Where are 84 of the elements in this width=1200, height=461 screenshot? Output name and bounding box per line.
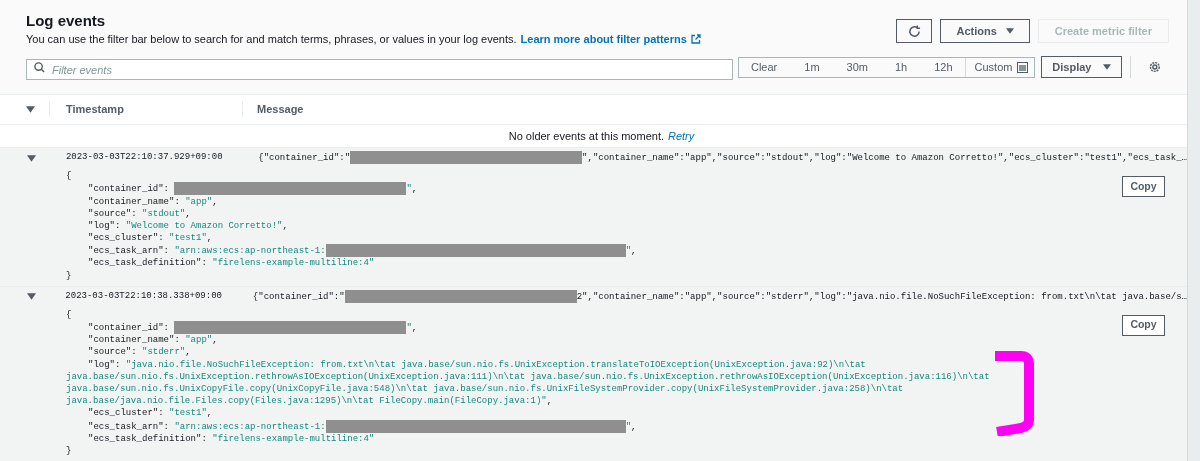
json-string: "test1" bbox=[169, 233, 207, 244]
custom-range-button[interactable]: Custom bbox=[964, 57, 1035, 77]
json-string: " bbox=[406, 184, 412, 195]
json-string: "stdout" bbox=[142, 208, 186, 219]
json-text: {"container_id":" bbox=[252, 291, 345, 302]
time-range-button[interactable]: 1m bbox=[792, 58, 832, 76]
json-text: , bbox=[411, 322, 418, 333]
json-string: "stderr" bbox=[142, 347, 186, 358]
json-string: java.base/sun.nio.fs.UnixException.rethrowAsIOException(UnixException.java:111)\n\tat java.base/sun.nio.fs.UnixException.rethrowAsIOException(UnixException.java:116)\n\tat bbox=[66, 371, 990, 382]
json-text: "ecs_cluster": bbox=[88, 408, 165, 419]
copy-button[interactable]: Copy bbox=[1122, 176, 1165, 198]
copy-button[interactable]: Copy bbox=[1122, 314, 1165, 336]
json-text: { bbox=[66, 171, 72, 182]
caret-icon[interactable] bbox=[26, 105, 35, 113]
time-range-button[interactable]: 1h bbox=[882, 58, 920, 76]
json-text: , bbox=[212, 196, 218, 207]
json-string: "test1" bbox=[169, 408, 207, 419]
json-text: "ecs_task_definition": bbox=[88, 258, 208, 269]
json-text: } bbox=[66, 445, 72, 456]
json-string: "arn:aws:ecs:ap-northeast-1: bbox=[174, 246, 326, 257]
caret-icon bbox=[1005, 28, 1014, 34]
json-text: {"container_id":" bbox=[258, 152, 351, 163]
json-string: " bbox=[625, 421, 632, 432]
actions-button[interactable]: Actions bbox=[940, 19, 1030, 43]
json-string: "firelens-example-multiline:4" bbox=[212, 258, 375, 269]
caret-icon[interactable] bbox=[27, 154, 36, 162]
external-link-icon bbox=[690, 34, 701, 44]
json-text: "ecs_cluster": bbox=[88, 233, 165, 244]
json-string: java.base/java.nio.file.Files.copy(Files.java:1295)\n\tat FileCopy.main(FileCopy.java:1)" bbox=[66, 396, 547, 407]
json-text: "ecs_task_arn": bbox=[88, 421, 170, 432]
json-text: "log": bbox=[88, 359, 122, 370]
event-timestamp: 2023-03-03T22:10:38.338+09:00 bbox=[65, 290, 223, 304]
panel-title: Log events bbox=[26, 11, 107, 31]
json-string: " bbox=[625, 246, 632, 257]
json-text: , bbox=[411, 184, 418, 195]
time-range-button[interactable]: 12h bbox=[922, 58, 965, 76]
json-text: , bbox=[631, 421, 637, 432]
json-text: , bbox=[212, 335, 218, 346]
json-text: "container_name": bbox=[88, 196, 181, 207]
time-range-button[interactable]: Clear bbox=[738, 58, 790, 76]
json-text: "source": bbox=[88, 208, 138, 219]
panel-description: You can use the filter bar below to search for and match terms, phrases, or values in your log events. bbox=[26, 32, 517, 47]
json-text: { bbox=[66, 309, 72, 320]
json-text: 2","container_name":"app","source":"stderr","log":"java.nio.file.NoSuchFileException: from.txt\n\tat java.base/s… bbox=[576, 291, 1187, 302]
json-string: "firelens-example-multiline:4" bbox=[212, 433, 375, 444]
column-header: Timestamp bbox=[66, 102, 125, 118]
json-text: "container_id": bbox=[88, 184, 170, 195]
refresh-icon bbox=[907, 24, 921, 38]
refresh-button[interactable] bbox=[896, 19, 933, 43]
json-string: "arn:aws:ecs:ap-northeast-1: bbox=[174, 421, 326, 432]
json-text: , bbox=[206, 233, 213, 244]
time-range-button[interactable]: 30m bbox=[834, 58, 880, 76]
json-text: , bbox=[185, 347, 191, 358]
json-text: "ecs_task_arn": bbox=[88, 246, 170, 257]
json-text: "ecs_task_definition": bbox=[88, 433, 208, 444]
notice-text: No older events at this moment. bbox=[508, 128, 664, 144]
json-text: , bbox=[185, 208, 191, 219]
json-string: " bbox=[406, 322, 412, 333]
json-text: "source": bbox=[88, 347, 138, 358]
json-string: "app" bbox=[185, 335, 213, 346]
json-string: java.base/sun.nio.fs.UnixCopyFile.copy(UnixCopyFile.java:548)\n\tat java.base/sun.nio.fs.UnixFileSystemProvider.copy(UnixFileSystemProvider.java:258)\n\tat bbox=[66, 383, 904, 394]
display-button[interactable]: Display bbox=[1041, 56, 1123, 78]
json-text: , bbox=[206, 408, 213, 419]
json-text: , bbox=[631, 246, 637, 257]
json-text: ","container_name":"app","source":"stdout","log":"Welcome to Amazon Corretto!","ecs_cluster":"test1","ecs_task_… bbox=[582, 152, 1187, 163]
caret-icon bbox=[1103, 64, 1112, 70]
json-text: , bbox=[282, 220, 288, 231]
retry-link[interactable]: Retry bbox=[668, 127, 695, 145]
filter-search-field[interactable]: Filter events bbox=[26, 59, 733, 80]
json-string: "java.nio.file.NoSuchFileException: from.txt\n\tat java.base/sun.nio.fs.UnixException.translateToIOException(UnixException.java:92)\n\tat bbox=[125, 359, 866, 370]
filter-patterns-link[interactable]: Learn more about filter patterns bbox=[520, 31, 701, 47]
json-text: "container_name": bbox=[88, 335, 181, 346]
column-header: Message bbox=[257, 102, 304, 118]
json-text: "container_id": bbox=[88, 322, 170, 333]
json-text: } bbox=[66, 270, 72, 281]
json-string: "Welcome to Amazon Corretto!" bbox=[125, 220, 283, 231]
settings-icon[interactable] bbox=[1149, 61, 1161, 73]
event-timestamp: 2023-03-03T22:10:37.929+09:00 bbox=[65, 151, 224, 165]
json-text: "log": bbox=[88, 220, 122, 231]
json-string: "app" bbox=[185, 196, 213, 207]
json-text: , bbox=[546, 396, 553, 407]
caret-icon[interactable] bbox=[27, 293, 36, 301]
calendar-icon bbox=[1017, 61, 1029, 73]
search-icon bbox=[34, 61, 45, 73]
